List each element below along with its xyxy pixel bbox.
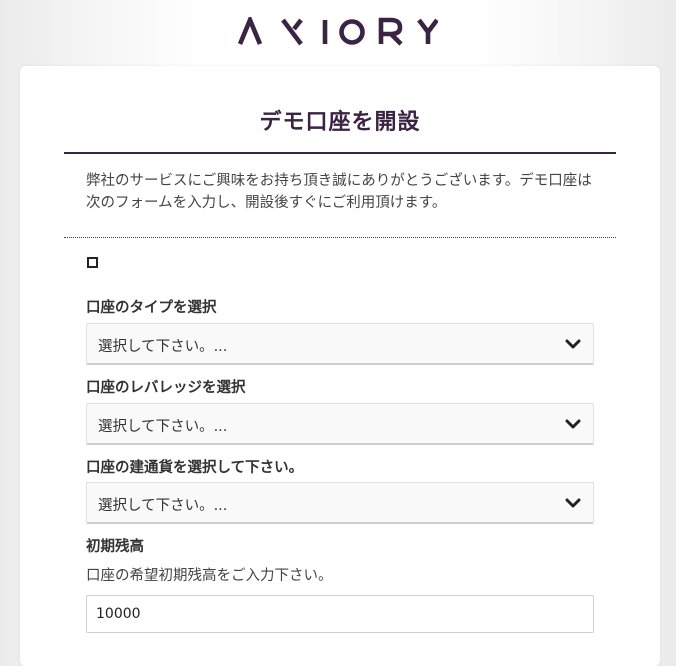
section-divider bbox=[64, 237, 616, 238]
leverage-label: 口座のレバレッジを選択 bbox=[86, 380, 246, 396]
currency-label: 口座の建通貨を選択して下さい。 bbox=[86, 460, 304, 476]
page-title: デモ口座を開設 bbox=[259, 110, 421, 135]
intro-text: 弊社のサービスにご興味をお持ち頂き誠にありがとうございます。デモ口座は次のフォー… bbox=[86, 173, 592, 211]
currency-select[interactable]: 選択して下さい。... bbox=[86, 482, 594, 524]
chevron-down-icon bbox=[565, 498, 581, 508]
square-marker bbox=[87, 257, 98, 268]
signup-card: デモ口座を開設 弊社のサービスにご興味をお持ち頂き誠にありがとうございます。デモ… bbox=[20, 66, 660, 666]
initial-balance-label: 初期残高 bbox=[86, 539, 144, 555]
account-type-label: 口座のタイプを選択 bbox=[86, 300, 217, 316]
leverage-selected: 選択して下さい。... bbox=[98, 419, 228, 435]
account-type-selected: 選択して下さい。... bbox=[98, 339, 228, 355]
leverage-select[interactable]: 選択して下さい。... bbox=[86, 403, 594, 445]
initial-balance-help: 口座の希望初期残高をご入力下さい。 bbox=[86, 568, 333, 584]
account-type-select[interactable]: 選択して下さい。... bbox=[86, 323, 594, 365]
initial-balance-input[interactable] bbox=[86, 595, 594, 633]
logo-wordmark bbox=[238, 17, 438, 46]
chevron-down-icon bbox=[565, 419, 581, 429]
chevron-down-icon bbox=[565, 339, 581, 349]
axiory-logo[interactable] bbox=[0, 17, 676, 51]
title-divider bbox=[64, 152, 616, 154]
currency-selected: 選択して下さい。... bbox=[98, 498, 228, 514]
